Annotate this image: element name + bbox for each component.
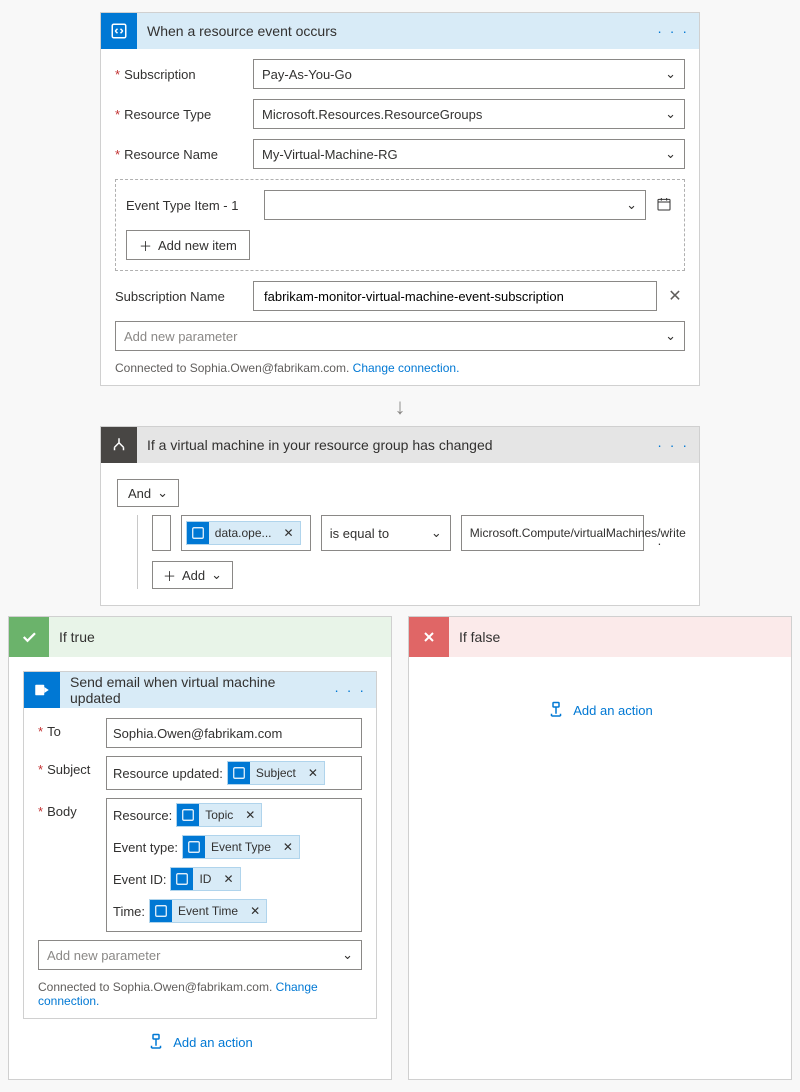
send-email-title: Send email when virtual machine updated bbox=[60, 674, 324, 706]
token-remove-icon[interactable]: ✕ bbox=[302, 766, 324, 780]
add-action-false-button[interactable]: Add an action bbox=[423, 671, 777, 749]
event-grid-icon bbox=[228, 762, 250, 784]
chevron-down-icon: ⌄ bbox=[665, 106, 676, 122]
condition-title: If a virtual machine in your resource gr… bbox=[137, 437, 647, 453]
resource-name-label: Resource Name bbox=[115, 147, 245, 162]
condition-header[interactable]: If a virtual machine in your resource gr… bbox=[101, 427, 699, 463]
trigger-menu-button[interactable]: · · · bbox=[647, 23, 699, 39]
subscription-name-label: Subscription Name bbox=[115, 289, 245, 304]
clear-subscription-name-button[interactable]: ✕ bbox=[665, 286, 685, 306]
condition-menu-button[interactable]: · · · bbox=[647, 437, 699, 453]
row-menu-button[interactable]: . . . bbox=[654, 515, 683, 551]
event-grid-icon bbox=[177, 804, 199, 826]
chevron-down-icon: ⌄ bbox=[665, 66, 676, 82]
dynamic-token-event-type[interactable]: Event Type ✕ bbox=[182, 835, 300, 859]
close-icon bbox=[409, 617, 449, 657]
dynamic-token-subject[interactable]: Subject ✕ bbox=[227, 761, 325, 785]
if-false-header[interactable]: If false bbox=[409, 617, 791, 657]
trigger-title: When a resource event occurs bbox=[137, 23, 647, 39]
change-connection-link[interactable]: Change connection. bbox=[353, 361, 460, 375]
resource-type-label: Resource Type bbox=[115, 107, 245, 122]
trigger-card: When a resource event occurs · · · Subsc… bbox=[100, 12, 700, 386]
connection-footer: Connected to Sophia.Owen@fabrikam.com. C… bbox=[115, 361, 685, 375]
condition-right-value[interactable]: Microsoft.Compute/virtualMachines/write bbox=[461, 515, 644, 551]
condition-icon bbox=[101, 427, 137, 463]
row-select-checkbox[interactable] bbox=[152, 515, 171, 551]
add-new-item-button[interactable]: ＋ Add new item bbox=[126, 230, 250, 260]
condition-row: data.ope... ✕ is equal to ⌄ Microsoft.Co… bbox=[152, 515, 683, 551]
send-email-header[interactable]: Send email when virtual machine updated … bbox=[24, 672, 376, 708]
dynamic-token-topic[interactable]: Topic ✕ bbox=[176, 803, 262, 827]
chevron-down-icon: ⌄ bbox=[431, 525, 442, 541]
chevron-down-icon: ⌄ bbox=[157, 485, 168, 501]
chevron-down-icon: ⌄ bbox=[665, 146, 676, 162]
subscription-name-input[interactable] bbox=[253, 281, 657, 311]
email-to-input[interactable]: Sophia.Owen@fabrikam.com bbox=[106, 718, 362, 748]
email-to-label: To bbox=[38, 718, 98, 739]
email-body-label: Body bbox=[38, 798, 98, 819]
send-email-menu-button[interactable]: · · · bbox=[324, 682, 376, 698]
send-email-card: Send email when virtual machine updated … bbox=[23, 671, 377, 1019]
event-grid-icon bbox=[187, 522, 209, 544]
dynamic-token[interactable]: data.ope... ✕ bbox=[186, 521, 301, 545]
token-remove-icon[interactable]: ✕ bbox=[239, 808, 261, 822]
event-type-list: Event Type Item - 1 ⌄ ＋ Add new item bbox=[115, 179, 685, 271]
chevron-down-icon: ⌄ bbox=[626, 197, 637, 213]
condition-left-value[interactable]: data.ope... ✕ bbox=[181, 515, 311, 551]
trigger-header[interactable]: When a resource event occurs · · · bbox=[101, 13, 699, 49]
email-add-parameter-select[interactable]: Add new parameter ⌄ bbox=[38, 940, 362, 970]
token-remove-icon[interactable]: ✕ bbox=[217, 872, 239, 886]
if-false-title: If false bbox=[449, 629, 791, 645]
add-new-parameter-select[interactable]: Add new parameter ⌄ bbox=[115, 321, 685, 351]
email-connection-footer: Connected to Sophia.Owen@fabrikam.com. C… bbox=[38, 980, 362, 1008]
chevron-down-icon: ⌄ bbox=[211, 567, 222, 583]
if-true-branch: If true Send email when virtual machine … bbox=[8, 616, 392, 1080]
email-subject-input[interactable]: Resource updated: Subject ✕ bbox=[106, 756, 362, 790]
email-body-input[interactable]: Resource: Topic ✕ Event type: bbox=[106, 798, 362, 932]
chevron-down-icon: ⌄ bbox=[665, 328, 676, 344]
token-remove-icon[interactable]: ✕ bbox=[244, 904, 266, 918]
dynamic-token-event-time[interactable]: Event Time ✕ bbox=[149, 899, 267, 923]
condition-card: If a virtual machine in your resource gr… bbox=[100, 426, 700, 606]
dynamic-token-id[interactable]: ID ✕ bbox=[170, 867, 240, 891]
resource-type-select[interactable]: Microsoft.Resources.ResourceGroups ⌄ bbox=[253, 99, 685, 129]
item-picker-icon[interactable] bbox=[654, 196, 674, 215]
event-grid-icon bbox=[101, 13, 137, 49]
plus-icon: ＋ bbox=[139, 236, 152, 255]
add-condition-button[interactable]: ＋ Add ⌄ bbox=[152, 561, 233, 589]
if-true-title: If true bbox=[49, 629, 391, 645]
event-type-item-label: Event Type Item - 1 bbox=[126, 198, 256, 213]
group-operator-select[interactable]: And ⌄ bbox=[117, 479, 179, 507]
condition-branches: If true Send email when virtual machine … bbox=[8, 616, 792, 1080]
subscription-select[interactable]: Pay-As-You-Go ⌄ bbox=[253, 59, 685, 89]
if-false-branch: If false Add an action bbox=[408, 616, 792, 1080]
chevron-down-icon: ⌄ bbox=[342, 947, 353, 963]
subscription-label: Subscription bbox=[115, 67, 245, 82]
checkmark-icon bbox=[9, 617, 49, 657]
outlook-icon bbox=[24, 672, 60, 708]
resource-name-select[interactable]: My-Virtual-Machine-RG ⌄ bbox=[253, 139, 685, 169]
token-remove-icon[interactable]: ✕ bbox=[278, 526, 300, 540]
if-true-header[interactable]: If true bbox=[9, 617, 391, 657]
condition-body: And ⌄ data.ope... ✕ is equal to ⌄ Micros… bbox=[101, 463, 699, 605]
event-grid-icon bbox=[183, 836, 205, 858]
trigger-body: Subscription Pay-As-You-Go ⌄ Resource Ty… bbox=[101, 49, 699, 385]
event-grid-icon bbox=[171, 868, 193, 890]
add-action-true-button[interactable]: Add an action bbox=[23, 1019, 377, 1065]
condition-operator-select[interactable]: is equal to ⌄ bbox=[321, 515, 451, 551]
email-subject-label: Subject bbox=[38, 756, 98, 777]
plus-icon: ＋ bbox=[163, 566, 176, 585]
event-type-item-select[interactable]: ⌄ bbox=[264, 190, 646, 220]
token-remove-icon[interactable]: ✕ bbox=[277, 840, 299, 854]
flow-arrow-icon: ↓ bbox=[8, 394, 792, 420]
event-grid-icon bbox=[150, 900, 172, 922]
